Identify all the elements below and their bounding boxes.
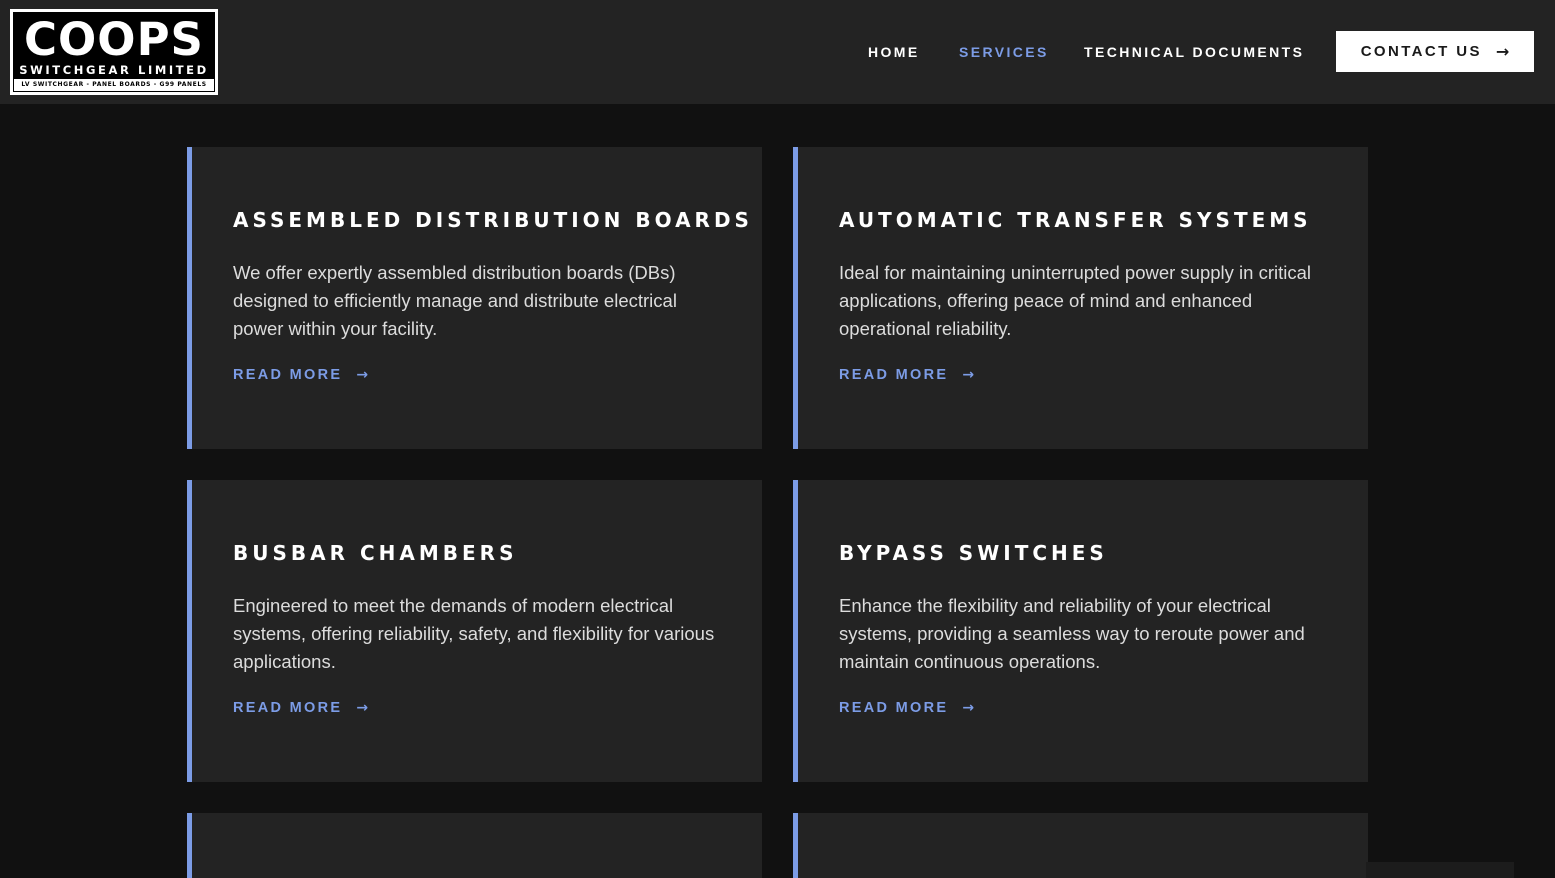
read-more-label: READ MORE — [233, 367, 343, 383]
site-header: COOPS SWITCHGEAR LIMITED LV SWITCHGEAR -… — [0, 0, 1555, 104]
nav-item-home[interactable]: HOME — [868, 42, 920, 62]
service-card-assembled-distribution-boards: ASSEMBLED DISTRIBUTION BOARDS We offer e… — [187, 147, 762, 449]
service-card-description: We offer expertly assembled distribution… — [233, 262, 677, 339]
service-card-description: Enhance the flexibility and reliability … — [839, 595, 1305, 672]
service-card-title: ASSEMBLED DISTRIBUTION BOARDS — [233, 208, 753, 232]
logo-name: COOPS — [24, 13, 204, 66]
arrow-right-icon: → — [356, 367, 369, 383]
service-card-bypass-switches: BYPASS SWITCHES Enhance the flexibility … — [793, 480, 1368, 782]
arrow-right-icon: → — [1495, 42, 1510, 61]
logo-mark: COOPS SWITCHGEAR LIMITED LV SWITCHGEAR -… — [13, 12, 215, 92]
read-more-link[interactable]: READ MORE → — [233, 365, 368, 385]
logo-subtitle: SWITCHGEAR LIMITED — [19, 63, 209, 77]
contact-us-label: CONTACT US — [1360, 43, 1482, 60]
service-card-title: BYPASS SWITCHES — [839, 541, 1108, 565]
arrow-right-icon: → — [962, 367, 975, 383]
service-card-busbar-chambers: BUSBAR CHAMBERS Engineered to meet the d… — [187, 480, 762, 782]
service-card-description: Engineered to meet the demands of modern… — [233, 595, 715, 672]
service-card-automatic-transfer-systems: AUTOMATIC TRANSFER SYSTEMS Ideal for mai… — [793, 147, 1368, 449]
service-card-partial — [793, 813, 1368, 878]
nav-item-services[interactable]: SERVICES — [959, 42, 1049, 62]
service-card-title: AUTOMATIC TRANSFER SYSTEMS — [839, 208, 1312, 232]
read-more-link[interactable]: READ MORE → — [839, 698, 974, 718]
nav-item-technical-documents[interactable]: TECHNICAL DOCUMENTS — [1084, 42, 1304, 62]
logo-tagline: LV SWITCHGEAR - PANEL BOARDS - G99 PANEL… — [14, 79, 214, 91]
service-card-partial — [187, 813, 762, 878]
service-card-description: Ideal for maintaining uninterrupted powe… — [839, 262, 1312, 339]
arrow-right-icon: → — [356, 700, 369, 716]
service-card-title: BUSBAR CHAMBERS — [233, 541, 518, 565]
read-more-link[interactable]: READ MORE → — [839, 365, 974, 385]
arrow-right-icon: → — [962, 700, 975, 716]
company-logo[interactable]: COOPS SWITCHGEAR LIMITED LV SWITCHGEAR -… — [10, 9, 218, 95]
read-more-label: READ MORE — [839, 700, 949, 716]
contact-us-button[interactable]: CONTACT US → — [1336, 31, 1534, 72]
read-more-label: READ MORE — [233, 700, 343, 716]
read-more-label: READ MORE — [839, 367, 949, 383]
read-more-link[interactable]: READ MORE → — [233, 698, 368, 718]
floating-widget[interactable] — [1366, 862, 1514, 878]
